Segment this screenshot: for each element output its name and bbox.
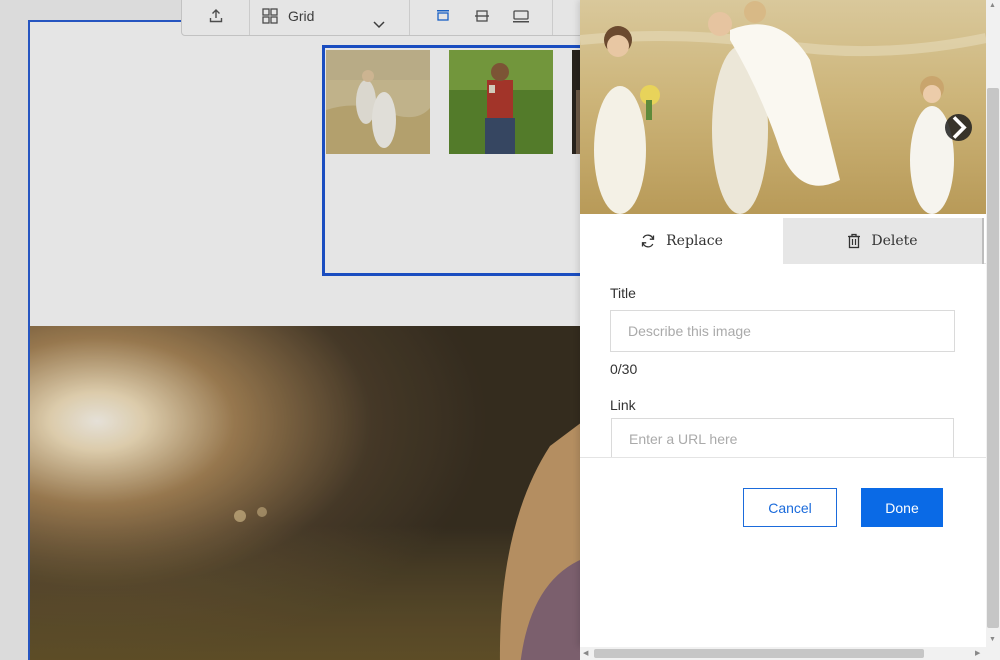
align-bottom-icon [513,10,529,23]
layout-label: Grid [288,8,315,24]
gallery-element[interactable] [322,45,592,276]
title-input[interactable] [610,310,955,352]
layout-dropdown-button[interactable] [367,5,391,43]
align-bottom-button[interactable] [510,0,532,35]
done-button[interactable]: Done [861,488,943,527]
align-middle-icon [475,10,489,22]
footer-divider [580,457,986,458]
scroll-up-icon[interactable]: ▲ [989,2,996,9]
vertical-scrollbar[interactable]: ▲ ▼ [986,0,1000,647]
delete-label: Delete [871,233,918,249]
layout-selector[interactable]: Grid [262,0,342,35]
title-label: Title [610,285,636,301]
background-photo[interactable] [30,326,590,660]
link-label: Link [610,397,636,413]
link-input[interactable] [611,418,954,458]
delete-button[interactable]: Delete [783,218,984,264]
scrollbar-corner [986,647,1000,660]
gallery-thumb-2[interactable] [449,50,553,154]
scroll-left-icon[interactable]: ◀ [583,650,588,657]
next-image-button[interactable] [945,114,972,141]
cancel-button[interactable]: Cancel [743,488,837,527]
align-middle-button[interactable] [471,0,493,35]
image-preview [580,0,986,214]
replace-icon [641,234,655,248]
replace-label: Replace [666,233,723,249]
scroll-down-icon[interactable]: ▼ [989,636,996,643]
upload-icon [209,9,222,23]
replace-button[interactable]: Replace [580,218,783,264]
image-actions: Replace Delete [580,218,986,264]
gallery-toolbar: Grid [181,0,601,36]
upload-button[interactable] [182,0,249,35]
align-top-icon [437,10,449,21]
title-char-counter: 0/30 [610,361,638,377]
grid-icon [262,8,278,24]
horizontal-scrollbar-thumb[interactable] [594,649,924,658]
vertical-scrollbar-thumb[interactable] [987,88,999,628]
image-settings-panel: Replace Delete Title 0/30 Link Cancel Do… [580,0,986,647]
chevron-right-icon [952,116,967,139]
gallery-thumb-1[interactable] [326,50,430,154]
scroll-right-icon[interactable]: ▶ [975,650,980,657]
link-field-container [580,418,986,458]
trash-icon [848,233,861,249]
horizontal-scrollbar[interactable]: ◀ ▶ [580,647,986,660]
chevron-down-icon [373,21,385,29]
align-top-button[interactable] [432,0,454,35]
